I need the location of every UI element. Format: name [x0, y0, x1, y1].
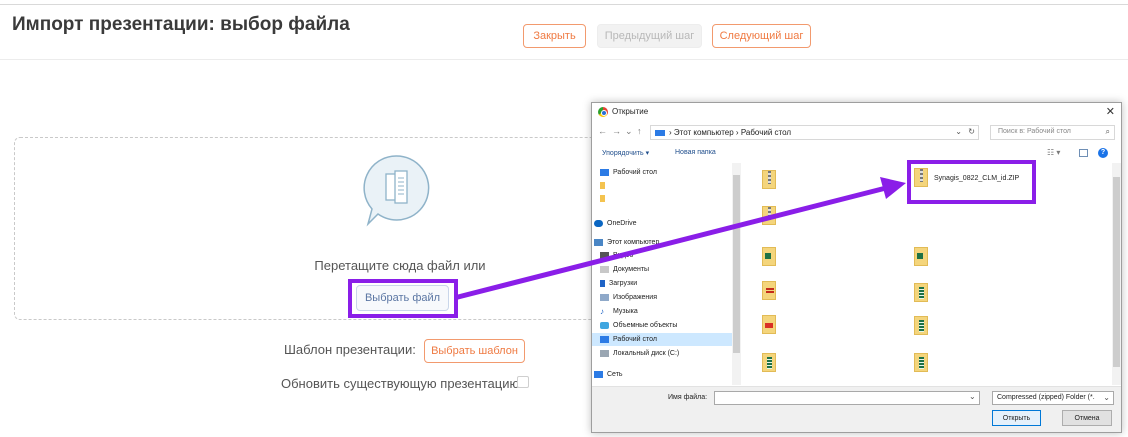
cancel-button[interactable]: Отмена [1062, 410, 1112, 426]
3d-objects-icon [600, 322, 609, 329]
document-upload-icon [363, 155, 430, 227]
desktop-folder-icon [600, 336, 609, 343]
template-label: Шаблон презентации: [284, 342, 416, 357]
dialog-footer: Имя файла: ⌄ Compressed (zipped) Folder … [592, 386, 1121, 432]
zip-file-icon[interactable] [762, 170, 776, 189]
nav-item-downloads[interactable]: Загрузки [600, 277, 637, 290]
dropzone-hint: Перетащите сюда файл или [314, 258, 486, 273]
navigation-pane: Рабочий стол OneDrive Этот компьютер Вид… [592, 163, 741, 385]
dialog-navbar: ← → ⌄ ↑ › Этот компьютер › Рабочий стол … [592, 122, 1121, 142]
up-arrow-icon[interactable]: ↑ [637, 126, 642, 136]
pdf-file-icon[interactable] [762, 315, 776, 334]
top-divider [0, 4, 1128, 5]
generic-file-icon[interactable] [914, 316, 928, 335]
files-scrollbar[interactable] [1112, 163, 1121, 385]
dialog-toolbar: Упорядочить ▾ Новая папка ☷ ▾ ? [592, 145, 1121, 161]
new-folder-button[interactable]: Новая папка [675, 149, 716, 156]
forward-arrow-icon[interactable]: → [612, 126, 621, 136]
close-button[interactable]: Закрыть [523, 24, 586, 48]
dialog-search-box[interactable]: Поиск в: Рабочий стол ⌕ [990, 125, 1115, 140]
search-icon: ⌕ [1105, 127, 1110, 136]
desktop-folder-icon [600, 169, 609, 176]
page-title: Импорт презентации: выбор файла [12, 14, 350, 35]
help-icon[interactable]: ? [1098, 148, 1108, 158]
nav-item-pictures[interactable]: Изображения [600, 291, 657, 304]
network-icon [594, 371, 603, 378]
nav-scrollbar[interactable] [732, 163, 741, 385]
folder-icon [600, 182, 605, 189]
nav-item-folder[interactable] [600, 192, 609, 205]
nav-item-documents[interactable]: Документы [600, 263, 649, 276]
nav-item-local-disk[interactable]: Локальный диск (C:) [600, 347, 679, 360]
file-dropzone[interactable] [14, 137, 614, 320]
chrome-icon [598, 107, 608, 117]
choose-template-button[interactable]: Выбрать шаблон [424, 339, 525, 363]
video-icon [600, 252, 609, 259]
excel-file-icon[interactable] [914, 247, 928, 266]
open-button[interactable]: Открыть [992, 410, 1041, 426]
update-presentation-label: Обновить существующую презентацию [281, 376, 520, 391]
zip-file-icon[interactable] [762, 206, 776, 225]
computer-icon [655, 130, 665, 136]
filetype-select[interactable]: Compressed (zipped) Folder (*. ⌄ [992, 391, 1114, 405]
nav-item-desktop[interactable]: Рабочий стол [600, 166, 657, 179]
address-bar[interactable]: › Этот компьютер › Рабочий стол ⌄ ↻ [650, 125, 979, 140]
next-step-button[interactable]: Следующий шаг [712, 24, 811, 48]
filetype-value: Compressed (zipped) Folder (*. [997, 394, 1095, 401]
nav-item-desktop-selected[interactable]: Рабочий стол [592, 333, 732, 346]
computer-icon [594, 239, 603, 246]
search-placeholder: Поиск в: Рабочий стол [998, 128, 1071, 135]
dialog-titlebar: Открытие ✕ [592, 103, 1121, 121]
filename-input[interactable] [714, 391, 980, 405]
document-file-icon[interactable] [762, 281, 776, 300]
files-scrollbar-thumb[interactable] [1113, 177, 1120, 367]
nav-item-network[interactable]: Сеть [594, 368, 623, 381]
downloads-icon [600, 280, 605, 287]
update-presentation-checkbox[interactable] [517, 376, 529, 388]
excel-file-icon[interactable] [762, 247, 776, 266]
address-breadcrumb: › Этот компьютер › Рабочий стол [669, 128, 792, 137]
nav-item-this-pc[interactable]: Этот компьютер [594, 236, 659, 249]
generic-file-icon[interactable] [762, 353, 776, 372]
dialog-title: Открытие [612, 107, 649, 116]
documents-icon [600, 266, 609, 273]
view-options-icon[interactable]: ☷ ▾ [1047, 148, 1060, 157]
cloud-icon [594, 220, 603, 227]
previous-step-button[interactable]: Предыдущий шаг [597, 24, 702, 48]
nav-item-music[interactable]: ♪ Музыка [600, 305, 638, 318]
selected-file-highlight [907, 160, 1036, 204]
back-arrow-icon[interactable]: ← [598, 126, 607, 136]
music-icon: ♪ [600, 307, 604, 316]
generic-file-icon[interactable] [914, 353, 928, 372]
pictures-icon [600, 294, 609, 301]
preview-pane-icon[interactable] [1079, 149, 1088, 157]
nav-item-video[interactable]: Видео [600, 249, 633, 262]
nav-item-folder[interactable] [600, 179, 609, 192]
choose-file-highlight [348, 279, 458, 318]
generic-file-icon[interactable] [914, 283, 928, 302]
nav-item-3d-objects[interactable]: Объемные объекты [600, 319, 677, 332]
filetype-dropdown-icon[interactable]: ⌄ [1103, 393, 1110, 402]
refresh-icon[interactable]: ↻ [968, 127, 975, 136]
filename-label: Имя файла: [668, 394, 708, 401]
folder-icon [600, 195, 605, 202]
nav-scrollbar-thumb[interactable] [733, 175, 740, 353]
drive-icon [600, 350, 609, 357]
recent-dropdown-icon[interactable]: ⌄ [625, 126, 633, 137]
organize-menu[interactable]: Упорядочить ▾ [602, 149, 649, 157]
file-open-dialog: Открытие ✕ ← → ⌄ ↑ › Этот компьютер › Ра… [591, 102, 1122, 433]
nav-item-onedrive[interactable]: OneDrive [594, 217, 637, 230]
address-dropdown-icon[interactable]: ⌄ [955, 127, 962, 136]
dialog-close-icon[interactable]: ✕ [1106, 105, 1115, 118]
header-divider [0, 59, 1128, 60]
